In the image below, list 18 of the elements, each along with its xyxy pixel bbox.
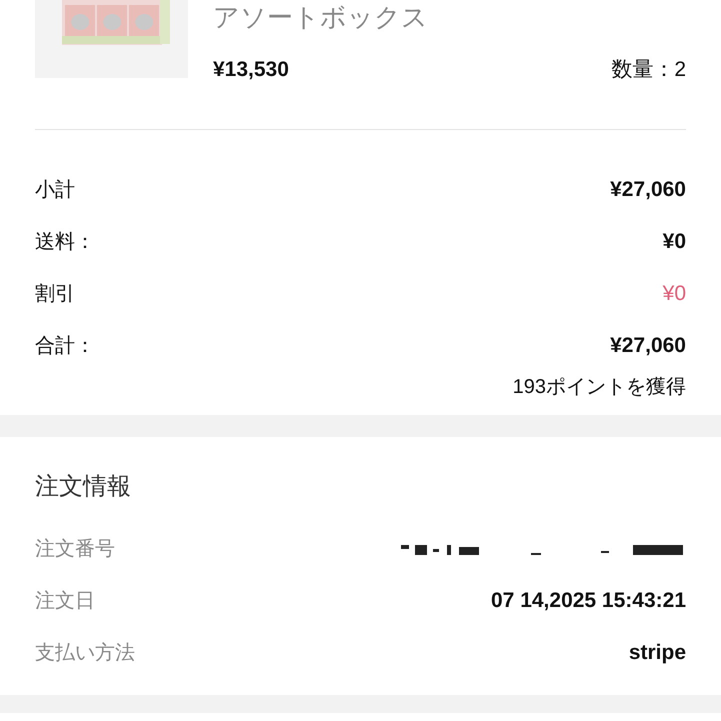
- summary-label: 合計：: [35, 334, 95, 359]
- summary-value: ¥0: [662, 281, 686, 308]
- info-label: 支払い方法: [35, 641, 135, 666]
- info-label: 注文番号: [35, 537, 115, 562]
- summary-label: 割引: [35, 282, 75, 307]
- section-title: 注文情報: [35, 472, 132, 502]
- product-title: アソートボックス: [213, 1, 429, 34]
- summary-label: 送料：: [35, 230, 95, 255]
- quantity: 数量：2: [611, 57, 686, 83]
- points-earned: 193ポイントを獲得: [512, 375, 686, 400]
- product-price: ¥13,530: [213, 57, 289, 83]
- summary-value: ¥0: [662, 229, 686, 256]
- summary-value: ¥27,060: [610, 177, 686, 204]
- info-value: 07 14,2025 15:43:21: [491, 588, 686, 614]
- summary-value: ¥27,060: [610, 333, 686, 360]
- info-value: stripe: [628, 640, 686, 666]
- summary-label: 小計: [35, 178, 75, 203]
- info-label: 注文日: [35, 589, 95, 614]
